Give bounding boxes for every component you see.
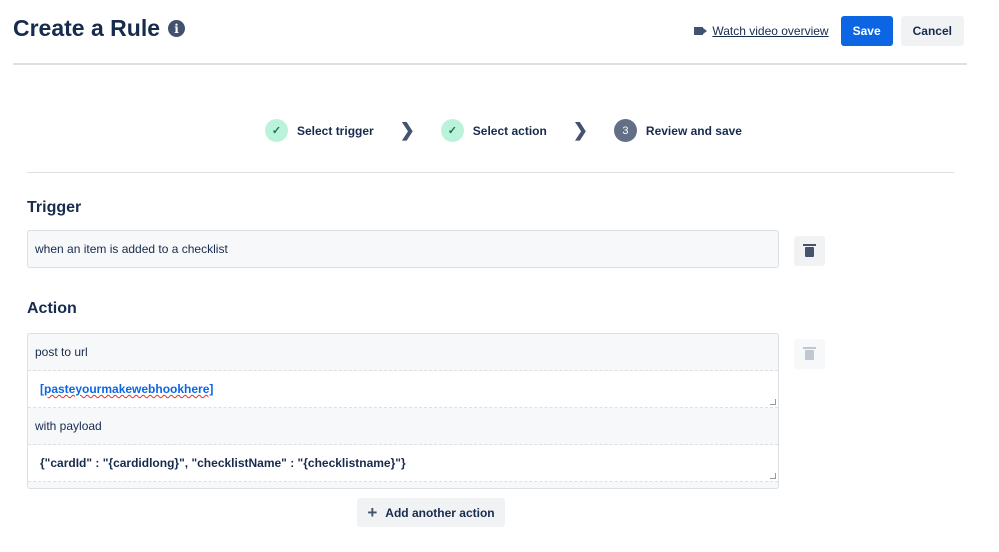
check-icon: ✓ bbox=[440, 119, 464, 142]
watch-video-label: Watch video overview bbox=[712, 24, 829, 38]
step-select-trigger[interactable]: Select trigger bbox=[297, 124, 374, 138]
save-button[interactable]: Save bbox=[840, 16, 893, 46]
payload-input[interactable]: {"cardId" : "{cardidlong}", "checklistNa… bbox=[28, 445, 778, 482]
chevron-right-icon: ❯ bbox=[399, 120, 415, 140]
url-value: [pasteyourmakewebhookhere] bbox=[40, 382, 214, 396]
trigger-text: when an item is added to a checklist bbox=[35, 242, 228, 256]
watch-video-link[interactable]: Watch video overview bbox=[694, 24, 829, 38]
page-title-text: Create a Rule bbox=[13, 15, 161, 41]
stepper-divider bbox=[27, 172, 954, 173]
add-another-action-button[interactable]: + Add another action bbox=[357, 498, 505, 527]
trash-icon bbox=[803, 347, 816, 360]
url-input[interactable]: [pasteyourmakewebhookhere] bbox=[28, 371, 778, 408]
video-camera-icon bbox=[694, 27, 704, 35]
trigger-box[interactable]: when an item is added to a checklist bbox=[27, 230, 779, 268]
with-payload-label: with payload bbox=[28, 408, 778, 445]
step-number-badge: 3 bbox=[613, 119, 637, 142]
delete-action-button[interactable] bbox=[794, 339, 825, 369]
header-divider bbox=[13, 63, 967, 65]
delete-trigger-button[interactable] bbox=[794, 236, 825, 266]
page-title: Create a Rule i bbox=[13, 15, 186, 42]
info-icon[interactable]: i bbox=[168, 20, 186, 37]
action-heading: Action bbox=[27, 300, 77, 317]
cancel-button[interactable]: Cancel bbox=[900, 16, 964, 46]
step-review-and-save[interactable]: Review and save bbox=[646, 124, 742, 138]
post-to-url-label: post to url bbox=[28, 334, 778, 371]
plus-icon: + bbox=[367, 502, 378, 522]
stepper: ✓ Select trigger ❯ ✓ Select action ❯ 3 R… bbox=[265, 119, 742, 142]
trash-icon bbox=[803, 244, 816, 257]
header-actions: Watch video overview Save Cancel bbox=[694, 16, 964, 46]
trigger-heading: Trigger bbox=[27, 199, 82, 216]
action-box: post to url [pasteyourmakewebhookhere] w… bbox=[27, 333, 779, 489]
check-icon: ✓ bbox=[265, 119, 288, 142]
chevron-right-icon: ❯ bbox=[572, 120, 588, 140]
step-select-action[interactable]: Select action bbox=[473, 124, 547, 138]
payload-value: {"cardId" : "{cardidlong}", "checklistNa… bbox=[40, 456, 406, 470]
add-action-label: Add another action bbox=[385, 505, 495, 520]
